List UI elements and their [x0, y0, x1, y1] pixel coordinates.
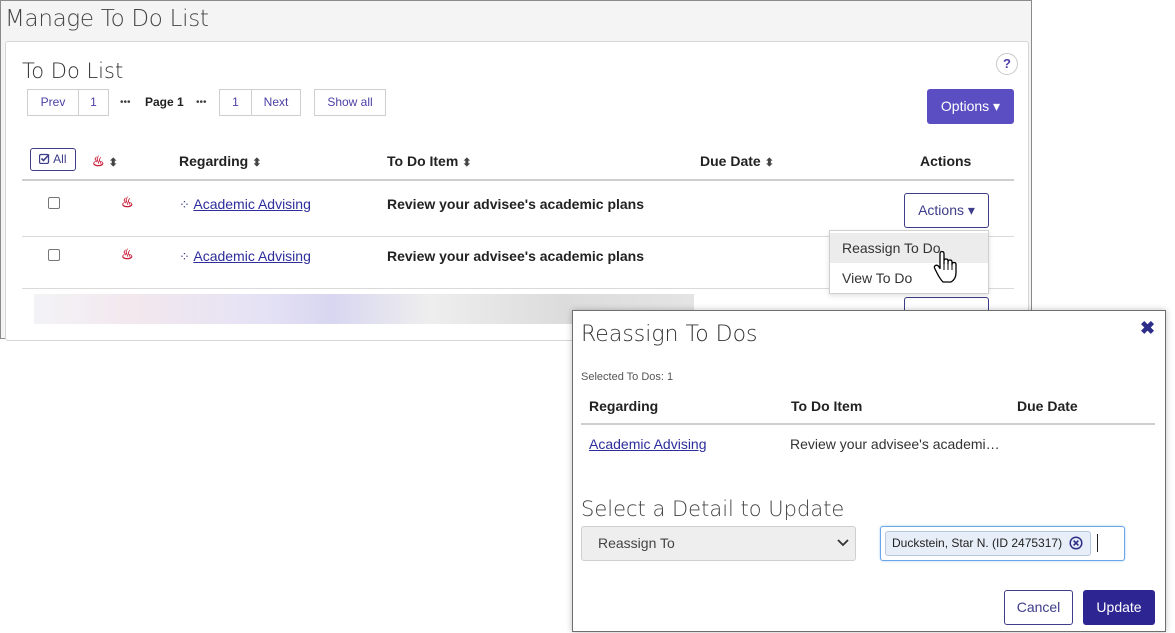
detail-section-title: Select a Detail to Update [581, 497, 845, 521]
due-date-header-label: Due Date [700, 153, 761, 169]
menu-item-reassign[interactable]: Reassign To Do [830, 233, 988, 263]
flame-icon: ♨ [92, 153, 105, 169]
sort-icon: ⬍ [108, 157, 118, 169]
cancel-button[interactable]: Cancel [1004, 590, 1073, 625]
reassign-modal [572, 310, 1166, 632]
list-title: To Do List [22, 59, 124, 83]
show-all-button[interactable]: Show all [314, 89, 386, 116]
header-divider [22, 179, 1014, 181]
assignee-chip-label: Duckstein, Star N. (ID 2475317) [892, 536, 1063, 550]
todo-item-text: Review your advisee's academic plans [387, 196, 645, 212]
todo-item-column-header[interactable]: To Do Item ⬍ [387, 153, 472, 169]
sort-icon: ⬍ [252, 157, 262, 169]
select-all-label: All [53, 152, 67, 166]
modal-todo-item-header: To Do Item [791, 398, 863, 414]
row-actions-button[interactable]: Actions ▾ [904, 193, 989, 228]
pagination-ellipsis-left: ••• [120, 97, 131, 108]
sort-icon: ⬍ [764, 157, 774, 169]
modal-regarding-header: Regarding [589, 398, 659, 414]
page-title: Manage To Do List [5, 6, 209, 32]
update-button[interactable]: Update [1083, 590, 1155, 625]
page-last-button[interactable]: 1 [219, 89, 252, 116]
sort-icon: ⬍ [462, 157, 472, 169]
chevron-down-icon [837, 539, 849, 547]
todo-item-text: Review your advisee's academic plans [387, 248, 645, 264]
current-page-label: Page 1 [145, 95, 184, 109]
flame-icon: ♨ [121, 246, 134, 262]
actions-column-header: Actions [920, 153, 972, 169]
table-row-regarding[interactable]: ⁘ Academic Advising [179, 248, 311, 266]
close-icon[interactable]: ✖ [1140, 318, 1155, 339]
check-all-icon [39, 153, 51, 165]
detail-select[interactable]: Reassign To [581, 526, 856, 561]
prev-page-button[interactable]: Prev [27, 89, 79, 116]
assignee-chip: Duckstein, Star N. (ID 2475317) [885, 531, 1091, 556]
regarding-link[interactable]: Academic Advising [193, 196, 311, 212]
regarding-link[interactable]: Academic Advising [193, 248, 311, 264]
help-button[interactable]: ? [996, 53, 1018, 75]
pagination-ellipsis-right: ••• [196, 97, 207, 108]
priority-column-header[interactable]: ♨ ⬍ [92, 153, 118, 170]
modal-header-divider [581, 423, 1155, 425]
question-icon: ? [1003, 56, 1011, 71]
select-all-button[interactable]: All [30, 148, 76, 171]
options-button[interactable]: Options ▾ [927, 89, 1014, 124]
row-actions-menu: Reassign To Do View To Do [829, 230, 989, 294]
modal-due-date-header: Due Date [1017, 398, 1078, 414]
next-page-button[interactable]: Next [251, 89, 301, 116]
row-checkbox[interactable] [48, 249, 60, 261]
row-checkbox[interactable] [48, 197, 60, 209]
hand-pointer-icon [933, 250, 957, 283]
due-date-column-header[interactable]: Due Date ⬍ [700, 153, 774, 169]
flame-icon: ♨ [121, 194, 134, 210]
regarding-header-label: Regarding [179, 153, 249, 169]
network-icon: ⁘ [179, 197, 190, 212]
table-row-regarding[interactable]: ⁘ Academic Advising [179, 196, 311, 214]
page-first-button[interactable]: 1 [78, 89, 109, 116]
menu-item-view[interactable]: View To Do [830, 263, 988, 293]
text-caret [1097, 534, 1098, 552]
todo-item-header-label: To Do Item [387, 153, 459, 169]
selected-count: Selected To Dos: 1 [581, 371, 674, 383]
remove-circle-icon[interactable] [1069, 536, 1083, 550]
network-icon: ⁘ [179, 249, 190, 264]
modal-title: Reassign To Dos [581, 322, 758, 347]
modal-todo-item-text: Review your advisee's academi… [790, 436, 1000, 452]
modal-regarding-link[interactable]: Academic Advising [589, 436, 707, 452]
regarding-column-header[interactable]: Regarding ⬍ [179, 153, 261, 169]
